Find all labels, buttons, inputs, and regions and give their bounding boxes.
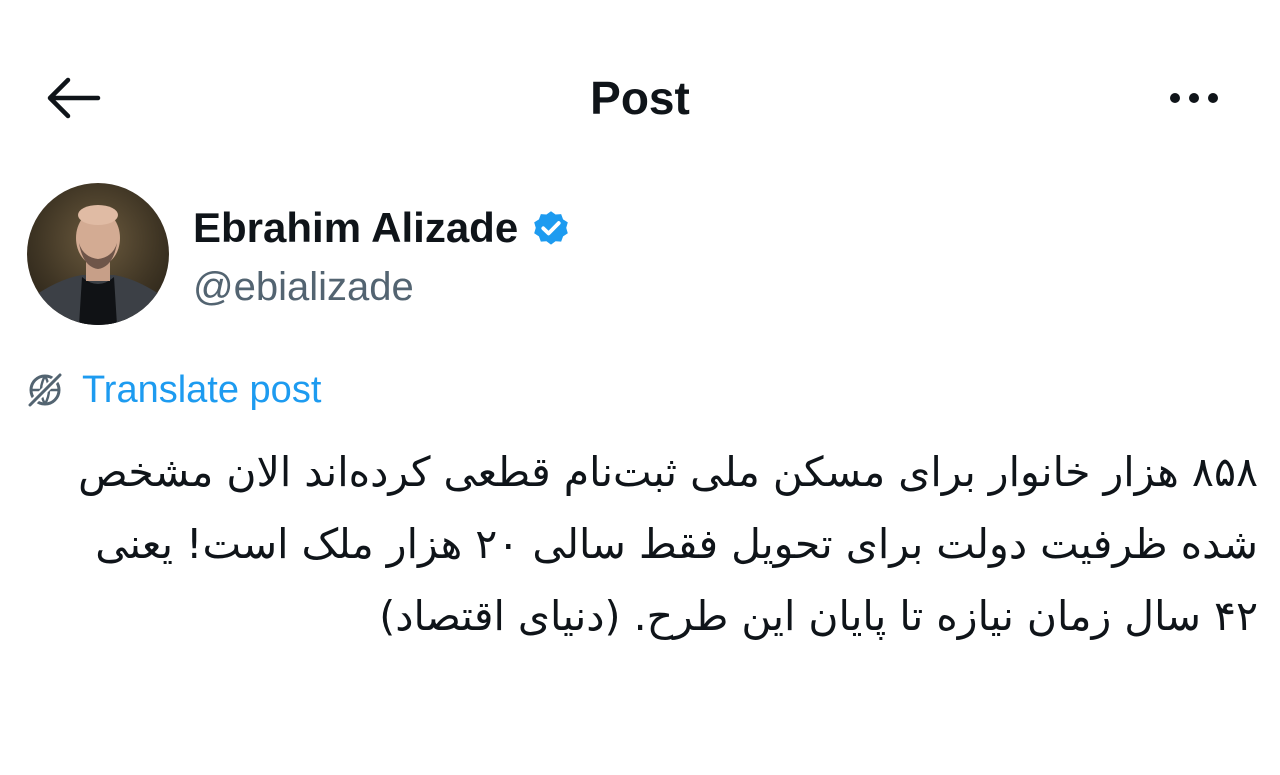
more-horizontal-icon-dot xyxy=(1189,93,1199,103)
more-horizontal-icon-dot xyxy=(1208,93,1218,103)
translate-post-label: Translate post xyxy=(82,369,322,411)
avatar[interactable] xyxy=(27,183,169,325)
translate-post-button[interactable]: Translate post xyxy=(24,364,321,416)
post-page: Post Ebrahim Alizade @ebializade Transla… xyxy=(0,0,1280,775)
verified-badge-icon xyxy=(534,211,569,245)
avatar-image xyxy=(27,205,169,325)
more-horizontal-icon xyxy=(1170,93,1180,103)
post-text: ۸۵۸ هزار خانوار برای مسکن ملی ثبت‌نام قط… xyxy=(78,448,1258,640)
author-handle[interactable]: @ebializade xyxy=(193,262,414,312)
page-title: Post xyxy=(590,72,690,124)
author-name-row: Ebrahim Alizade xyxy=(193,200,572,256)
more-options-button[interactable] xyxy=(1160,74,1228,122)
author-name[interactable]: Ebrahim Alizade xyxy=(193,200,518,256)
globe-slash-icon xyxy=(27,372,63,408)
top-bar: Post xyxy=(0,0,1280,190)
